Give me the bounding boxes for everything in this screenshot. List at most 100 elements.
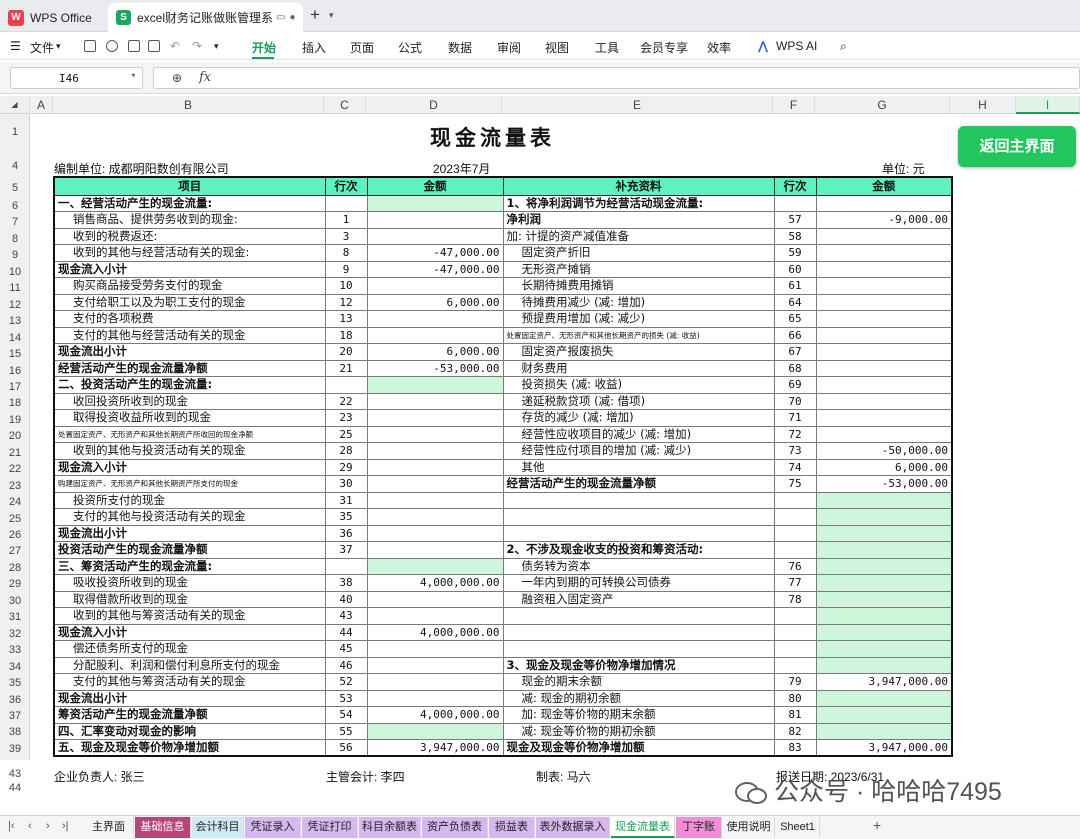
left-item-cell[interactable]: 现金流出小计 — [53, 689, 326, 707]
right-line-cell[interactable] — [773, 491, 817, 509]
right-line-cell[interactable]: 80 — [773, 689, 817, 707]
right-line-cell[interactable] — [773, 508, 817, 526]
right-item-cell[interactable]: 减: 现金等价物的期初余额 — [502, 722, 775, 740]
left-line-cell[interactable]: 56 — [324, 739, 368, 757]
right-item-cell[interactable]: 净利润 — [502, 211, 775, 229]
wps-home-tab[interactable]: W WPS Office — [8, 3, 103, 32]
left-line-cell[interactable]: 1 — [324, 211, 368, 229]
left-item-cell[interactable]: 收到的其他与投资活动有关的现金 — [53, 442, 326, 460]
left-item-cell[interactable]: 投资活动产生的现金流量净额 — [53, 541, 326, 559]
sheet-tab[interactable]: 科目余额表 — [359, 817, 421, 838]
left-item-cell[interactable]: 经营活动产生的现金流量净额 — [53, 359, 326, 377]
sheet-tab[interactable]: 凭证录入 — [245, 817, 301, 838]
left-line-cell[interactable]: 45 — [324, 640, 368, 658]
right-amount-cell[interactable] — [815, 260, 953, 278]
column-header-i[interactable]: I — [1016, 96, 1080, 114]
left-line-cell[interactable]: 29 — [324, 458, 368, 476]
chevron-down-icon[interactable]: ▾ — [56, 41, 61, 52]
row-header[interactable]: 24 — [0, 496, 30, 508]
row-header[interactable]: 18 — [0, 397, 30, 409]
left-line-cell[interactable]: 37 — [324, 541, 368, 559]
left-amount-cell[interactable] — [366, 376, 504, 394]
file-tab[interactable]: S excel财务记账做账管理系统 ▭ ● — [108, 3, 303, 32]
right-amount-cell[interactable] — [815, 194, 953, 212]
right-item-cell[interactable]: 债务转为资本 — [502, 557, 775, 575]
right-amount-cell[interactable] — [815, 227, 953, 245]
left-item-cell[interactable]: 四、汇率变动对现金的影响 — [53, 722, 326, 740]
menu-tools[interactable]: 工具 — [595, 39, 619, 56]
left-amount-cell[interactable]: 3,947,000.00 — [366, 739, 504, 757]
save-icon[interactable] — [84, 40, 96, 52]
left-amount-cell[interactable]: -53,000.00 — [366, 359, 504, 377]
left-item-cell[interactable]: 吸收投资所收到的现金 — [53, 574, 326, 592]
left-line-cell[interactable]: 25 — [324, 425, 368, 443]
prev-sheet-icon[interactable]: ‹ — [28, 820, 32, 832]
right-amount-cell[interactable] — [815, 524, 953, 542]
left-amount-cell[interactable] — [366, 640, 504, 658]
right-line-cell[interactable]: 68 — [773, 359, 817, 377]
row-header[interactable]: 22 — [0, 463, 30, 475]
name-box[interactable]: I46 ▾ — [10, 67, 143, 89]
row-header[interactable]: 17 — [0, 381, 30, 393]
left-amount-cell[interactable] — [366, 409, 504, 427]
right-amount-cell[interactable] — [815, 722, 953, 740]
left-amount-cell[interactable]: 6,000.00 — [366, 293, 504, 311]
right-line-cell[interactable] — [773, 541, 817, 559]
right-line-cell[interactable]: 57 — [773, 211, 817, 229]
right-line-cell[interactable] — [773, 194, 817, 212]
right-item-cell[interactable]: 存货的减少 (减: 增加) — [502, 409, 775, 427]
row-header[interactable]: 5 — [0, 182, 30, 194]
undo-icon[interactable]: ↶ — [170, 39, 180, 53]
left-line-cell[interactable]: 30 — [324, 475, 368, 493]
row-header[interactable]: 7 — [0, 216, 30, 228]
left-item-cell[interactable]: 五、现金及现金等价物净增加额 — [53, 739, 326, 757]
menu-member[interactable]: 会员专享 — [640, 39, 688, 56]
left-line-cell[interactable]: 38 — [324, 574, 368, 592]
menu-page[interactable]: 页面 — [350, 39, 374, 56]
row-header[interactable]: 19 — [0, 414, 30, 426]
sheet-tab[interactable]: Sheet1 — [776, 817, 820, 838]
menu-view[interactable]: 视图 — [545, 39, 569, 56]
right-item-cell[interactable]: 投资损失 (减: 收益) — [502, 376, 775, 394]
menu-wps-ai[interactable]: WPS AI — [776, 39, 817, 53]
left-line-cell[interactable]: 3 — [324, 227, 368, 245]
row-header[interactable]: 37 — [0, 710, 30, 722]
right-amount-cell[interactable]: 3,947,000.00 — [815, 739, 953, 757]
row-header[interactable]: 1 — [0, 126, 30, 138]
right-line-cell[interactable] — [773, 656, 817, 674]
row-header[interactable]: 23 — [0, 480, 30, 492]
right-item-cell[interactable]: 处置固定资产、无形资产和其他长期资产的损失 (减: 收益) — [502, 326, 775, 344]
right-amount-cell[interactable] — [815, 491, 953, 509]
right-amount-cell[interactable] — [815, 392, 953, 410]
right-line-cell[interactable]: 58 — [773, 227, 817, 245]
row-header[interactable]: 6 — [0, 200, 30, 212]
left-line-cell[interactable]: 46 — [324, 656, 368, 674]
left-item-cell[interactable]: 偿还债务所支付的现金 — [53, 640, 326, 658]
right-line-cell[interactable]: 67 — [773, 343, 817, 361]
left-amount-cell[interactable] — [366, 508, 504, 526]
right-amount-cell[interactable] — [815, 244, 953, 262]
left-amount-cell[interactable] — [366, 656, 504, 674]
left-item-cell[interactable]: 三、筹资活动产生的现金流量: — [53, 557, 326, 575]
right-item-cell[interactable] — [502, 640, 775, 658]
right-item-cell[interactable] — [502, 524, 775, 542]
row-header[interactable]: 26 — [0, 529, 30, 541]
right-amount-cell[interactable] — [815, 277, 953, 295]
right-amount-cell[interactable] — [815, 293, 953, 311]
right-line-cell[interactable]: 82 — [773, 722, 817, 740]
column-header-d[interactable]: D — [366, 96, 502, 114]
left-item-cell[interactable]: 现金流出小计 — [53, 343, 326, 361]
right-line-cell[interactable]: 61 — [773, 277, 817, 295]
right-amount-cell[interactable] — [815, 409, 953, 427]
left-line-cell[interactable]: 54 — [324, 706, 368, 724]
right-item-cell[interactable]: 加: 现金等价物的期末余额 — [502, 706, 775, 724]
left-line-cell[interactable]: 35 — [324, 508, 368, 526]
left-line-cell[interactable]: 18 — [324, 326, 368, 344]
left-amount-cell[interactable] — [366, 557, 504, 575]
row-header[interactable]: 14 — [0, 332, 30, 344]
left-amount-cell[interactable] — [366, 541, 504, 559]
right-line-cell[interactable]: 74 — [773, 458, 817, 476]
menu-file[interactable]: 文件 — [30, 39, 54, 56]
search-icon[interactable]: ⌕ — [840, 39, 847, 54]
row-header[interactable]: 12 — [0, 299, 30, 311]
